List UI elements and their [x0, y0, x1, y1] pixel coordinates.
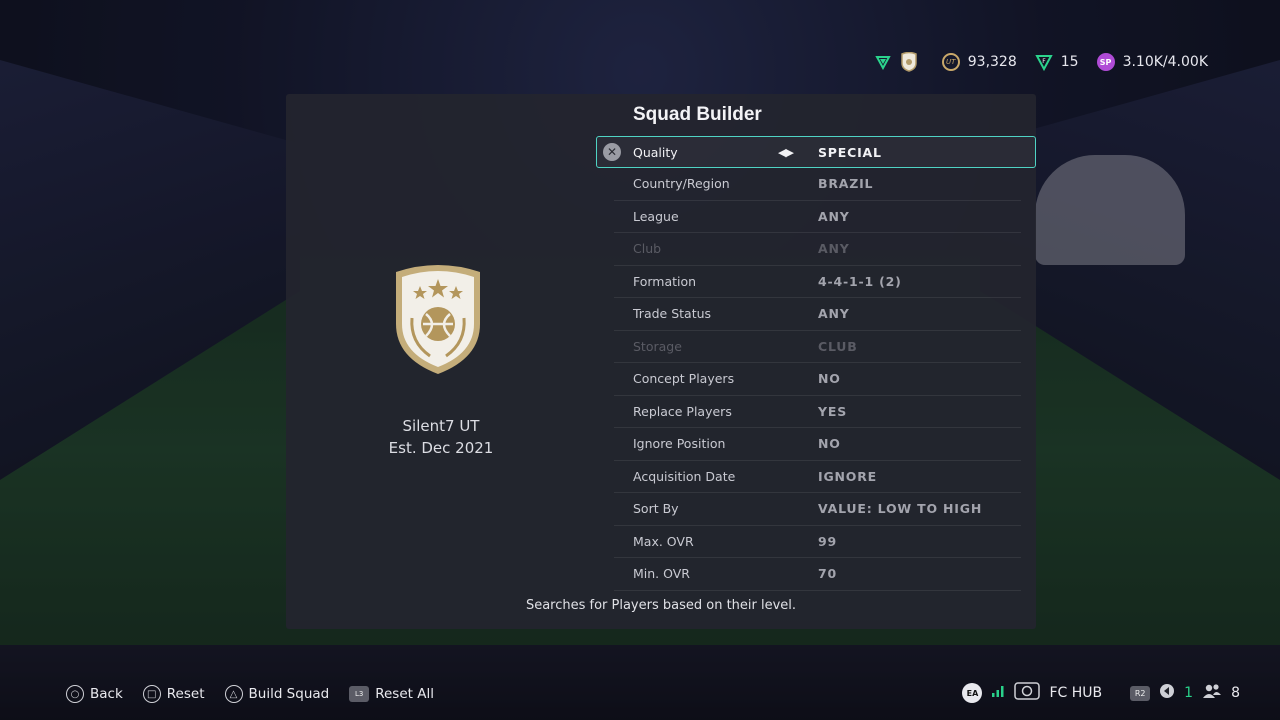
filter-row-trade-status[interactable]: Trade Status ANY — [614, 298, 1021, 331]
filter-row-storage: Storage CLUB — [614, 331, 1021, 363]
division-rank-icon — [874, 53, 892, 71]
filter-value: BRAZIL — [818, 176, 874, 192]
friends-count: 8 — [1231, 685, 1240, 701]
filter-value: CLUB — [818, 338, 858, 354]
triangle-button-icon: △ — [224, 685, 243, 703]
build-squad-button[interactable]: Build Squad — [249, 686, 330, 702]
filter-label: Sort By — [633, 501, 679, 517]
filter-label: Storage — [633, 338, 682, 354]
filter-value: 4-4-1-1 (2) — [818, 273, 902, 289]
club-name: Silent7 UT — [402, 417, 480, 435]
squad-builder-panel: Silent7 UT Est. Dec 2021 Squad Builder ✕… — [286, 94, 1036, 629]
filter-value: VALUE: LOW TO HIGH — [818, 501, 983, 517]
filter-value: NO — [818, 371, 841, 387]
filter-row-min-ovr[interactable]: Min. OVR 70 — [614, 558, 1021, 591]
notifications-count: 1 — [1184, 685, 1194, 701]
filter-row-club: Club ANY — [614, 233, 1021, 266]
filter-row-max-ovr[interactable]: Max. OVR 99 — [614, 526, 1021, 558]
reset-button[interactable]: Reset — [167, 686, 205, 702]
filter-row-acquisition-date[interactable]: Acquisition Date IGNORE — [614, 461, 1021, 493]
svg-text:F: F — [1042, 58, 1046, 65]
filter-value: 70 — [818, 566, 837, 582]
filter-value: NO — [818, 436, 841, 452]
notifications-icon[interactable] — [1159, 683, 1175, 703]
filter-label: Replace Players — [633, 403, 732, 419]
filter-row-country-region[interactable]: Country/Region BRAZIL — [614, 168, 1021, 201]
club-badge-icon — [900, 52, 918, 72]
season-points-icon: SP — [1096, 53, 1115, 71]
fc-hub-icon — [1014, 682, 1041, 704]
filter-label: Ignore Position — [633, 436, 726, 452]
filter-row-quality[interactable]: ✕ Quality ◀▶ SPECIAL — [596, 136, 1036, 168]
season-points-value: 3.10K/4.00K — [1122, 54, 1208, 70]
club-established: Est. Dec 2021 — [388, 439, 494, 457]
coins-icon: UT — [941, 53, 960, 71]
club-crest-icon — [390, 262, 486, 376]
filter-value: 99 — [818, 533, 837, 549]
currency-bar: UT 93,328 F 15 SP 3.10K/4.00K — [874, 50, 1218, 74]
filter-row-sort-by[interactable]: Sort By VALUE: LOW TO HIGH — [614, 493, 1021, 526]
filter-label: Formation — [633, 273, 697, 289]
page-title: Squad Builder — [633, 104, 762, 125]
left-right-arrows-icon[interactable]: ◀▶ — [778, 146, 794, 159]
l3-button-icon: L3 — [349, 686, 370, 702]
reset-all-button[interactable]: Reset All — [375, 686, 434, 702]
r2-button-icon: R2 — [1130, 685, 1151, 701]
controller-hints: ○ Back □ Reset △ Build Squad L3 Reset Al… — [66, 685, 448, 703]
filter-value: YES — [818, 403, 847, 419]
filter-label: Max. OVR — [633, 533, 694, 549]
filter-label: Country/Region — [633, 176, 730, 192]
filter-label: Club — [633, 241, 662, 257]
coins-value: 93,328 — [967, 54, 1017, 70]
back-button[interactable]: Back — [90, 686, 123, 702]
friends-icon[interactable] — [1202, 683, 1222, 703]
filter-row-concept-players[interactable]: Concept Players NO — [614, 363, 1021, 396]
ea-logo-icon: EA — [962, 683, 983, 703]
fc-points-value: 15 — [1060, 54, 1079, 70]
filter-row-ignore-position[interactable]: Ignore Position NO — [614, 428, 1021, 461]
filter-label: Quality — [633, 144, 678, 160]
filter-label: Min. OVR — [633, 566, 690, 582]
status-bar: EA FC HUB R2 1 8 — [962, 682, 1240, 704]
filter-row-formation[interactable]: Formation 4-4-1-1 (2) — [614, 266, 1021, 298]
filter-value: IGNORE — [818, 468, 877, 484]
clear-icon[interactable]: ✕ — [603, 143, 621, 161]
filter-row-replace-players[interactable]: Replace Players YES — [614, 396, 1021, 428]
fc-hub-button[interactable]: FC HUB — [1049, 685, 1102, 701]
filter-value: SPECIAL — [818, 144, 882, 160]
filter-label: Concept Players — [633, 371, 735, 387]
filter-list: ✕ Quality ◀▶ SPECIAL Country/Region BRAZ… — [596, 136, 1036, 591]
filter-row-league[interactable]: League ANY — [614, 201, 1021, 233]
filter-value: ANY — [818, 306, 850, 322]
filter-label: Acquisition Date — [633, 468, 736, 484]
circle-button-icon: ○ — [66, 685, 84, 703]
signal-icon — [991, 684, 1005, 702]
help-text: Searches for Players based on their leve… — [525, 598, 797, 613]
filter-value: ANY — [818, 241, 850, 257]
square-button-icon: □ — [142, 685, 161, 703]
filter-label: Trade Status — [633, 306, 712, 322]
filter-label: League — [633, 208, 679, 224]
fc-points-icon: F — [1035, 53, 1053, 71]
filter-value: ANY — [818, 208, 850, 224]
